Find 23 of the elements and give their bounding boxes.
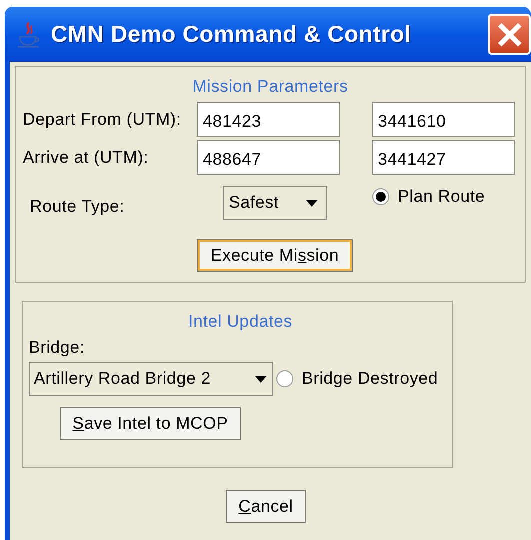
plan-route-radio[interactable]: Plan Route: [372, 186, 486, 208]
bridge-dropdown[interactable]: Artillery Road Bridge 2: [29, 362, 273, 396]
northing-field[interactable]: 3441610: [372, 102, 515, 137]
route-type-dropdown[interactable]: Safest: [223, 186, 327, 220]
cancel-button[interactable]: Cancel: [226, 490, 306, 523]
close-icon: [496, 22, 522, 48]
route-type-label: Route Type:: [30, 196, 126, 218]
bridge-label: Bridge:: [29, 336, 85, 358]
save-intel-button[interactable]: Save Intel to MCOP: [60, 407, 241, 440]
execute-mission-button[interactable]: Execute Mission: [197, 239, 353, 272]
window-title: CMN Demo Command & Control: [51, 20, 412, 50]
dropdown-arrow-icon: [306, 200, 318, 206]
panel-title: Mission Parameters: [192, 77, 348, 97]
dropdown-arrow-icon: [255, 376, 267, 382]
coordinate-label: Arrive at (UTM):: [23, 147, 150, 169]
bridge-destroyed-radio[interactable]: Bridge Destroyed: [276, 366, 438, 392]
coordinate-label: Depart From (UTM):: [23, 109, 182, 131]
panel-title: Intel Updates: [188, 312, 293, 332]
close-button[interactable]: [488, 14, 531, 55]
coffee-cup-icon: [17, 20, 41, 48]
easting-field[interactable]: 488647: [197, 140, 340, 175]
northing-field[interactable]: 3441427: [372, 140, 515, 175]
easting-field[interactable]: 481423: [197, 102, 340, 137]
